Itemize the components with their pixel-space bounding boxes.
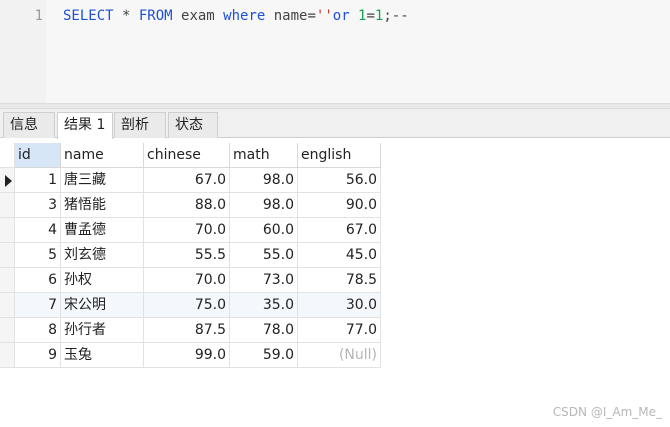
current-row-caret-icon bbox=[5, 175, 12, 187]
table-row[interactable]: 7 宋公明 75.0 35.0 30.0 bbox=[0, 293, 381, 318]
header-corner bbox=[0, 143, 15, 168]
cell-id[interactable]: 9 bbox=[15, 343, 61, 368]
sql-keyword-from: FROM bbox=[138, 8, 173, 24]
sql-equals: = bbox=[366, 8, 375, 24]
cell-name[interactable]: 唐三藏 bbox=[61, 168, 144, 193]
watermark: CSDN @I_Am_Me_ bbox=[552, 405, 662, 419]
column-header-name[interactable]: name bbox=[61, 143, 144, 168]
row-marker bbox=[0, 268, 15, 293]
result-tabs: 信息 结果 1 剖析 状态 bbox=[0, 109, 670, 139]
line-gutter: 1 bbox=[0, 0, 46, 103]
cell-name[interactable]: 孙权 bbox=[61, 268, 144, 293]
line-number: 1 bbox=[34, 8, 43, 24]
cell-id[interactable]: 8 bbox=[15, 318, 61, 343]
sql-query-line[interactable]: SELECT * FROM exam where name=''or 1=1;-… bbox=[63, 8, 409, 24]
cell-chinese[interactable]: 70.0 bbox=[144, 218, 230, 243]
tab-result-1[interactable]: 结果 1 bbox=[57, 112, 113, 139]
cell-name[interactable]: 刘玄德 bbox=[61, 243, 144, 268]
sql-comment-tail: ;-- bbox=[383, 8, 409, 24]
sql-table-name: exam bbox=[172, 8, 224, 24]
cell-id[interactable]: 7 bbox=[15, 293, 61, 318]
row-marker bbox=[0, 168, 15, 193]
cell-english[interactable]: 56.0 bbox=[298, 168, 381, 193]
cell-id[interactable]: 3 bbox=[15, 193, 61, 218]
cell-id[interactable]: 5 bbox=[15, 243, 61, 268]
cell-english[interactable]: 67.0 bbox=[298, 218, 381, 243]
cell-math[interactable]: 98.0 bbox=[230, 193, 298, 218]
cell-chinese[interactable]: 70.0 bbox=[144, 268, 230, 293]
cell-english-null[interactable]: (Null) bbox=[298, 343, 381, 368]
cell-english[interactable]: 45.0 bbox=[298, 243, 381, 268]
row-marker bbox=[0, 318, 15, 343]
sql-string-literal: '' bbox=[315, 8, 333, 24]
sql-number-a: 1 bbox=[349, 8, 367, 24]
sql-keyword-select: SELECT bbox=[63, 8, 114, 24]
sql-keyword-or: or bbox=[332, 8, 350, 24]
cell-id[interactable]: 4 bbox=[15, 218, 61, 243]
row-marker bbox=[0, 343, 15, 368]
cell-chinese[interactable]: 75.0 bbox=[144, 293, 230, 318]
cell-chinese[interactable]: 55.5 bbox=[144, 243, 230, 268]
cell-math[interactable]: 60.0 bbox=[230, 218, 298, 243]
sql-star: * bbox=[113, 8, 139, 24]
column-header-math[interactable]: math bbox=[230, 143, 298, 168]
cell-math[interactable]: 59.0 bbox=[230, 343, 298, 368]
cell-english[interactable]: 30.0 bbox=[298, 293, 381, 318]
row-marker bbox=[0, 218, 15, 243]
column-header-chinese[interactable]: chinese bbox=[144, 143, 230, 168]
row-marker bbox=[0, 193, 15, 218]
cell-chinese[interactable]: 67.0 bbox=[144, 168, 230, 193]
column-header-id[interactable]: id bbox=[15, 143, 61, 168]
cell-id[interactable]: 1 bbox=[15, 168, 61, 193]
sql-editor[interactable]: 1 SELECT * FROM exam where name=''or 1=1… bbox=[0, 0, 670, 103]
cell-math[interactable]: 78.0 bbox=[230, 318, 298, 343]
cell-name[interactable]: 曹孟德 bbox=[61, 218, 144, 243]
sql-keyword-where: where bbox=[223, 8, 266, 24]
column-header-english[interactable]: english bbox=[298, 143, 381, 168]
sql-name-eq: name= bbox=[265, 8, 316, 24]
tab-profile[interactable]: 剖析 bbox=[114, 112, 166, 138]
cell-name[interactable]: 猪悟能 bbox=[61, 193, 144, 218]
cell-name[interactable]: 孙行者 bbox=[61, 318, 144, 343]
cell-name[interactable]: 玉兔 bbox=[61, 343, 144, 368]
tab-status[interactable]: 状态 bbox=[168, 112, 218, 138]
row-marker bbox=[0, 243, 15, 268]
cell-english[interactable]: 78.5 bbox=[298, 268, 381, 293]
cell-math[interactable]: 55.0 bbox=[230, 243, 298, 268]
cell-chinese[interactable]: 99.0 bbox=[144, 343, 230, 368]
cell-chinese[interactable]: 87.5 bbox=[144, 318, 230, 343]
tab-info[interactable]: 信息 bbox=[3, 112, 55, 138]
cell-math[interactable]: 98.0 bbox=[230, 168, 298, 193]
cell-name[interactable]: 宋公明 bbox=[61, 293, 144, 318]
cell-math[interactable]: 35.0 bbox=[230, 293, 298, 318]
row-marker bbox=[0, 293, 15, 318]
cell-math[interactable]: 73.0 bbox=[230, 268, 298, 293]
cell-id[interactable]: 6 bbox=[15, 268, 61, 293]
cell-english[interactable]: 90.0 bbox=[298, 193, 381, 218]
cell-english[interactable]: 77.0 bbox=[298, 318, 381, 343]
cell-chinese[interactable]: 88.0 bbox=[144, 193, 230, 218]
